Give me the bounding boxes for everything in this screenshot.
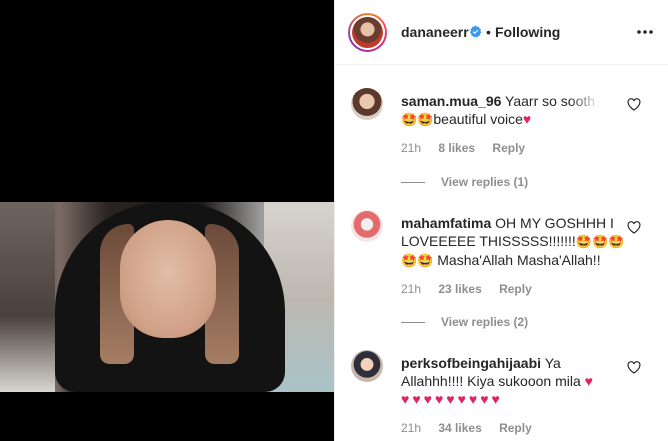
commenter-avatar[interactable] [351,210,383,242]
comment-body-line2: Allahhh!!!! Kiya sukooon mila [401,373,581,389]
emoji-star-struck: 🤩🤩 [401,253,434,268]
heart-outline-icon[interactable] [627,361,641,374]
post-media[interactable] [0,0,334,441]
comment-body-line3: Masha'Allah Masha'Allah!! [437,252,601,268]
comment-meta: 21h 8 likes Reply [401,141,539,155]
heart-outline-icon[interactable] [627,221,641,234]
comment-text: mahamfatima OH MY GOSHHH I LOVEEEEE THIS… [401,214,641,270]
emoji-star-struck: 🤩🤩 [401,112,434,127]
comment-body: OH MY GOSHHH I [495,215,614,231]
red-hearts-emoji-row: ♥♥♥♥♥♥♥♥♥ [401,391,503,407]
reply-button[interactable]: Reply [499,421,532,435]
view-replies-button[interactable]: View replies (1) [401,175,528,189]
view-replies-button[interactable]: View replies (2) [401,315,528,329]
post-header: dananeerr • Following [335,0,668,65]
comment-time: 21h [401,282,422,296]
comment-username[interactable]: mahamfatima [401,215,491,231]
text-fade-overlay [569,90,609,108]
video-frame[interactable] [0,202,334,392]
header-separator: • [486,24,491,40]
comment-body-line2: beautiful voice [433,111,523,127]
comments-panel: dananeerr • Following saman.mua_96 Yaarr… [334,0,668,441]
following-button[interactable]: Following [495,24,560,40]
reply-button[interactable]: Reply [492,141,525,155]
commenter-avatar[interactable] [351,88,383,120]
comment-username[interactable]: perksofbeingahijaabi [401,355,541,371]
comment-username[interactable]: saman.mua_96 [401,93,501,109]
author-avatar[interactable] [348,13,387,52]
comment-likes[interactable]: 23 likes [438,282,481,296]
comment-body: Ya [544,355,561,371]
comment-likes[interactable]: 8 likes [438,141,475,155]
face [120,220,216,338]
red-heart-emoji: ♥ [584,373,593,389]
heart-outline-icon[interactable] [627,98,641,111]
emoji-star-struck: 🤩🤩🤩 [575,234,625,249]
comment-meta: 21h 23 likes Reply [401,282,546,296]
commenter-avatar[interactable] [351,350,383,382]
comment-time: 21h [401,421,422,435]
reply-button[interactable]: Reply [499,282,532,296]
red-heart-emoji: ♥ [522,111,532,127]
more-options-icon[interactable] [635,26,655,38]
comment-meta: 21h 34 likes Reply [401,421,546,435]
comment-likes[interactable]: 34 likes [438,421,481,435]
comment-body-line2: LOVEEEEE THISSSSS!!!!!!! [401,233,576,249]
background-wall-left [0,202,55,392]
comment-time: 21h [401,141,422,155]
author-username[interactable]: dananeerr [401,24,469,40]
comment-text: perksofbeingahijaabi Ya Allahhh!!!! Kiya… [401,354,641,408]
verified-badge-icon [469,25,482,38]
author-avatar-image [352,17,383,48]
